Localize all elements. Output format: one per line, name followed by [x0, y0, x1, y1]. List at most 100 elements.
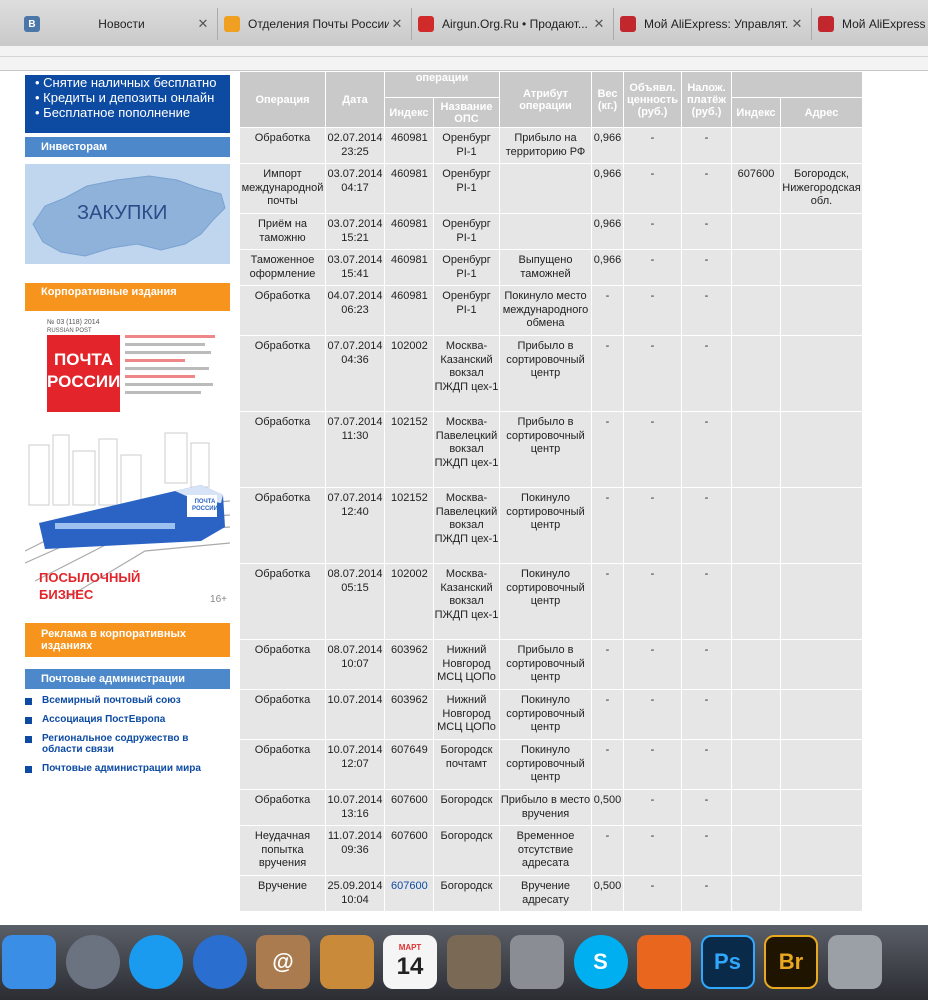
browser-tab-title: Отделения Почты России...: [248, 17, 389, 31]
cell-dest-addr: [780, 411, 863, 488]
cell-name: Москва-Казанский вокзал ПЖДП цех-1: [433, 335, 500, 412]
magazine-cover[interactable]: № 03 (118) 2014 RUSSIAN POST ПОЧТА РОССИ…: [25, 317, 230, 413]
cell-dest-addr: [780, 213, 863, 250]
cell-declared: -: [623, 285, 682, 336]
investors-link[interactable]: Инвесторам: [25, 137, 230, 157]
cell-cod: -: [681, 163, 732, 214]
cell-declared: -: [623, 249, 682, 286]
dock: @ МАРТ 14 S Ps Br: [0, 925, 928, 1000]
browser-tab[interactable]: Мой AliExpress: [812, 8, 928, 40]
cell-attr: Прибыло на территорию РФ: [499, 127, 592, 164]
close-tab-icon[interactable]: ✕: [195, 16, 211, 32]
table-row: Обработка 02.07.2014 23:25 460981 Оренбург …: [239, 127, 863, 164]
cell-idx: 603962: [384, 639, 434, 690]
system-preferences-icon[interactable]: [510, 935, 564, 989]
address-book-icon[interactable]: @: [256, 935, 310, 989]
cell-name: Оренбург PI-1: [433, 249, 500, 286]
cell-attr: Покинуло сортировочный центр: [499, 487, 592, 564]
cell-cod: -: [681, 127, 732, 164]
cell-op: Обработка: [239, 411, 326, 488]
photoshop-icon[interactable]: Ps: [700, 935, 755, 989]
bridge-icon[interactable]: Br: [764, 935, 818, 989]
tracking-table: Операция Дата операции Атрибут операции …: [239, 71, 863, 912]
launchpad-icon[interactable]: [65, 935, 120, 989]
administrations-list: Всемирный почтовый союз Ассоциация ПостЕ…: [25, 695, 230, 782]
cell-attr: [499, 213, 592, 250]
cell-cod: -: [681, 411, 732, 488]
cell-declared: -: [623, 739, 682, 790]
bullet-icon: [25, 698, 32, 705]
header-attribute: Атрибут операции: [499, 71, 592, 128]
cell-declared: -: [623, 639, 682, 690]
cell-declared: -: [623, 213, 682, 250]
quicktime-icon[interactable]: [192, 935, 247, 989]
cell-attr: Прибыло в сортировочный центр: [499, 411, 592, 488]
finder-icon[interactable]: [2, 935, 56, 989]
skype-icon[interactable]: S: [573, 935, 628, 989]
postal-index-link[interactable]: 607600: [391, 880, 428, 892]
close-tab-icon[interactable]: ✕: [389, 16, 405, 32]
list-item[interactable]: Почтовые администрации мира: [25, 763, 230, 774]
cell-name: Москва-Павелецкий вокзал ПЖДП цех-1: [433, 411, 500, 488]
table-row: Обработка 08.07.2014 05:15 102002 Москва-Ка…: [239, 563, 863, 640]
browser-tab[interactable]: Отделения Почты России... ✕: [218, 8, 412, 40]
cell-attr: Выпущено таможней: [499, 249, 592, 286]
cell-date: 03.07.2014 04:17: [325, 163, 385, 214]
vk-icon: B: [24, 16, 40, 32]
promo-banner[interactable]: • Снятие наличных бесплатно • Кредиты и …: [25, 75, 230, 133]
header-cod: Налож. платёж (руб.): [681, 71, 732, 128]
list-item[interactable]: Региональное содружество в области связи: [25, 733, 230, 755]
iphoto-icon[interactable]: [446, 935, 501, 989]
cell-dest-addr: [780, 789, 863, 826]
cell-name: Богородск: [433, 875, 500, 912]
calendar-icon[interactable]: МАРТ 14: [383, 935, 437, 989]
close-tab-icon[interactable]: ✕: [591, 16, 607, 32]
cell-weight: 0,966: [591, 249, 624, 286]
parcel-business-banner[interactable]: ПОЧТА РОССИИ ПОСЫЛОЧНЫЙ БИЗНЕС 16+: [25, 431, 230, 614]
cell-weight: 0,966: [591, 163, 624, 214]
procurement-label: ЗАКУПКИ: [77, 202, 168, 224]
promo-line: • Кредиты и депозиты онлайн: [35, 90, 215, 105]
list-item-label: Региональное содружество в области связи: [42, 733, 189, 755]
corporate-ads-link[interactable]: Реклама в корпоративных изданиях: [25, 623, 230, 657]
browser-tab[interactable]: Мой AliExpress: Управлят... ✕: [614, 8, 812, 40]
cell-weight: -: [591, 335, 624, 412]
dock-icon-label: Ps: [714, 949, 741, 974]
cell-weight: -: [591, 563, 624, 640]
procurement-banner[interactable]: ЗАКУПКИ: [25, 164, 230, 264]
cell-dest-idx: [731, 739, 781, 790]
cell-cod: -: [681, 563, 732, 640]
app-store-icon[interactable]: [129, 935, 183, 989]
magazine-brand: RUSSIAN POST: [47, 328, 92, 334]
cell-dest-addr: [780, 487, 863, 564]
cell-weight: 0,966: [591, 127, 624, 164]
cell-dest-idx: [731, 689, 781, 740]
table-row: Обработка 07.07.2014 04:36 102002 Москва-Ка…: [239, 335, 863, 412]
postal-administrations-link[interactable]: Почтовые администрации: [25, 669, 230, 689]
list-item[interactable]: Ассоциация ПостЕвропа: [25, 714, 230, 725]
trash-icon[interactable]: [827, 935, 882, 989]
cell-op: Обработка: [239, 487, 326, 564]
cell-op: Обработка: [239, 335, 326, 412]
promo-line: • Снятие наличных бесплатно: [35, 75, 217, 90]
cell-op: Обработка: [239, 639, 326, 690]
cell-name: Богородск: [433, 789, 500, 826]
browser-tab[interactable]: Airgun.Org.Ru • Продают... ✕: [412, 8, 614, 40]
cell-dest-idx: 607600: [731, 163, 781, 214]
cell-op: Обработка: [239, 789, 326, 826]
cell-dest-addr: [780, 825, 863, 876]
browser-tab[interactable]: B Новости ✕: [0, 8, 218, 40]
firefox-icon[interactable]: [637, 935, 691, 989]
browser-toolbar: [0, 46, 928, 71]
cell-dest-idx: [731, 411, 781, 488]
close-tab-icon[interactable]: ✕: [789, 16, 805, 32]
cell-dest-idx: [731, 789, 781, 826]
corporate-publications-link[interactable]: Корпоративные издания: [25, 283, 230, 311]
list-item[interactable]: Всемирный почтовый союз: [25, 695, 230, 706]
magazine-text-lines: [125, 335, 225, 399]
cell-weight: -: [591, 739, 624, 790]
cell-declared: -: [623, 789, 682, 826]
table-row: Обработка 10.07.2014 603962 Нижний Новгород…: [239, 689, 863, 740]
garageband-icon[interactable]: [319, 935, 374, 989]
browser-tab-bar: B Новости ✕ Отделения Почты России... ✕ Airgu…: [0, 0, 928, 47]
